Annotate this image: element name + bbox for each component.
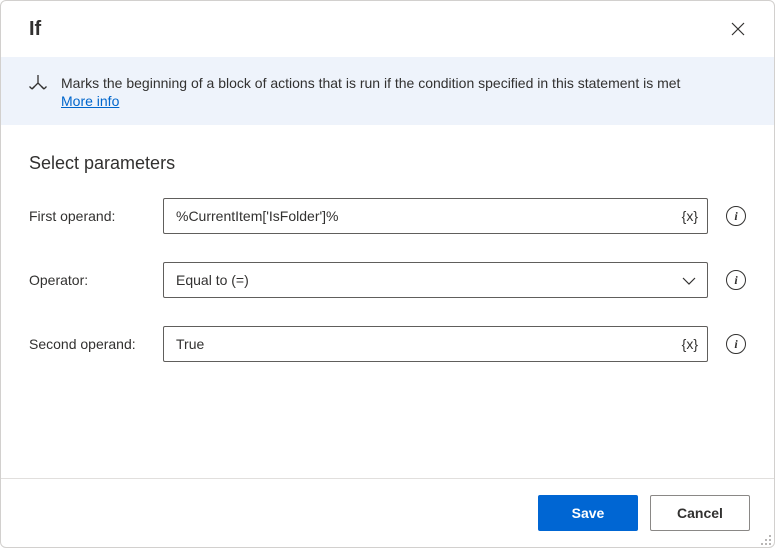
description-text: Marks the beginning of a block of action… [61, 75, 680, 91]
second-operand-input-wrapper: {x} [163, 326, 708, 362]
first-operand-input-wrapper: {x} [163, 198, 708, 234]
first-operand-row: First operand: {x} [29, 198, 746, 234]
operator-select[interactable] [163, 262, 708, 298]
dialog-title: If [29, 18, 41, 41]
operator-info-button[interactable] [726, 270, 746, 290]
resize-grip[interactable] [760, 533, 772, 545]
description-text-block: Marks the beginning of a block of action… [61, 73, 680, 109]
close-icon [731, 22, 745, 36]
close-button[interactable] [726, 17, 750, 41]
first-operand-label: First operand: [29, 208, 151, 224]
branch-icon [29, 75, 47, 98]
section-title: Select parameters [29, 153, 746, 174]
cancel-button[interactable]: Cancel [650, 495, 750, 531]
dialog-content: Select parameters First operand: {x} Ope… [1, 125, 774, 478]
second-operand-info-button[interactable] [726, 334, 746, 354]
description-bar: Marks the beginning of a block of action… [1, 57, 774, 125]
more-info-link[interactable]: More info [61, 93, 119, 109]
variable-token-icon[interactable]: {x} [682, 208, 698, 224]
second-operand-row: Second operand: {x} [29, 326, 746, 362]
operator-select-wrapper[interactable] [163, 262, 708, 298]
dialog-footer: Save Cancel [1, 478, 774, 547]
first-operand-info-button[interactable] [726, 206, 746, 226]
second-operand-input[interactable] [163, 326, 708, 362]
if-dialog: If Marks the beginning of a block of act… [0, 0, 775, 548]
first-operand-input[interactable] [163, 198, 708, 234]
operator-row: Operator: [29, 262, 746, 298]
variable-token-icon[interactable]: {x} [682, 336, 698, 352]
operator-label: Operator: [29, 272, 151, 288]
save-button[interactable]: Save [538, 495, 638, 531]
dialog-header: If [1, 1, 774, 57]
second-operand-label: Second operand: [29, 336, 151, 352]
